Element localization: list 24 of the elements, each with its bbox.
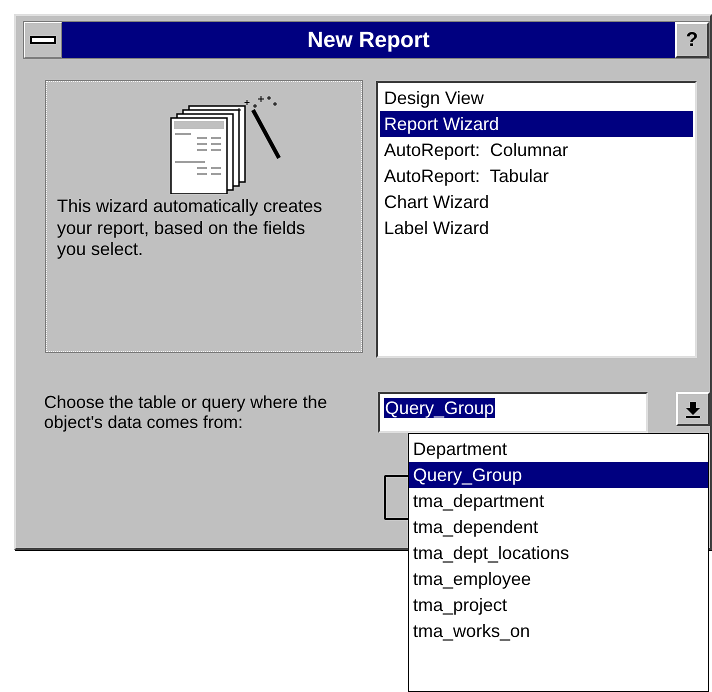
minus-icon: [30, 36, 56, 44]
dropdown-item[interactable]: tma_department: [409, 488, 708, 514]
list-item[interactable]: Report Wizard: [380, 111, 693, 137]
list-item[interactable]: Label Wizard: [380, 215, 693, 241]
dropdown-item[interactable]: tma_works_on: [409, 618, 708, 644]
dropdown-item[interactable]: Department: [409, 436, 708, 462]
source-combo-field[interactable]: Query_Group: [378, 392, 648, 433]
list-item[interactable]: Chart Wizard: [380, 189, 693, 215]
dropdown-item[interactable]: tma_dept_locations: [409, 540, 708, 566]
list-item[interactable]: AutoReport: Columnar: [380, 137, 693, 163]
dropdown-item[interactable]: Query_Group: [409, 462, 708, 488]
source-label: Choose the table or query where the object's data comes from:: [44, 392, 328, 433]
dropdown-item[interactable]: tma_project: [409, 592, 708, 618]
report-type-list[interactable]: Design View Report Wizard AutoReport: Columnar AutoReport: Tabular Chart Wizard Label Wizard: [376, 81, 697, 358]
help-button[interactable]: ?: [675, 22, 709, 58]
down-arrow-icon: [686, 400, 700, 418]
system-menu-button[interactable]: [24, 22, 62, 58]
list-item[interactable]: AutoReport: Tabular: [380, 163, 693, 189]
list-item[interactable]: Design View: [380, 85, 693, 111]
description-text: This wizard automatically creates your report, based on the fields you select.: [57, 196, 324, 261]
dropdown-button[interactable]: [676, 392, 710, 426]
window-title: New Report: [62, 22, 675, 58]
dropdown-item[interactable]: tma_dependent: [409, 514, 708, 540]
dropdown-item[interactable]: tma_employee: [409, 566, 708, 592]
